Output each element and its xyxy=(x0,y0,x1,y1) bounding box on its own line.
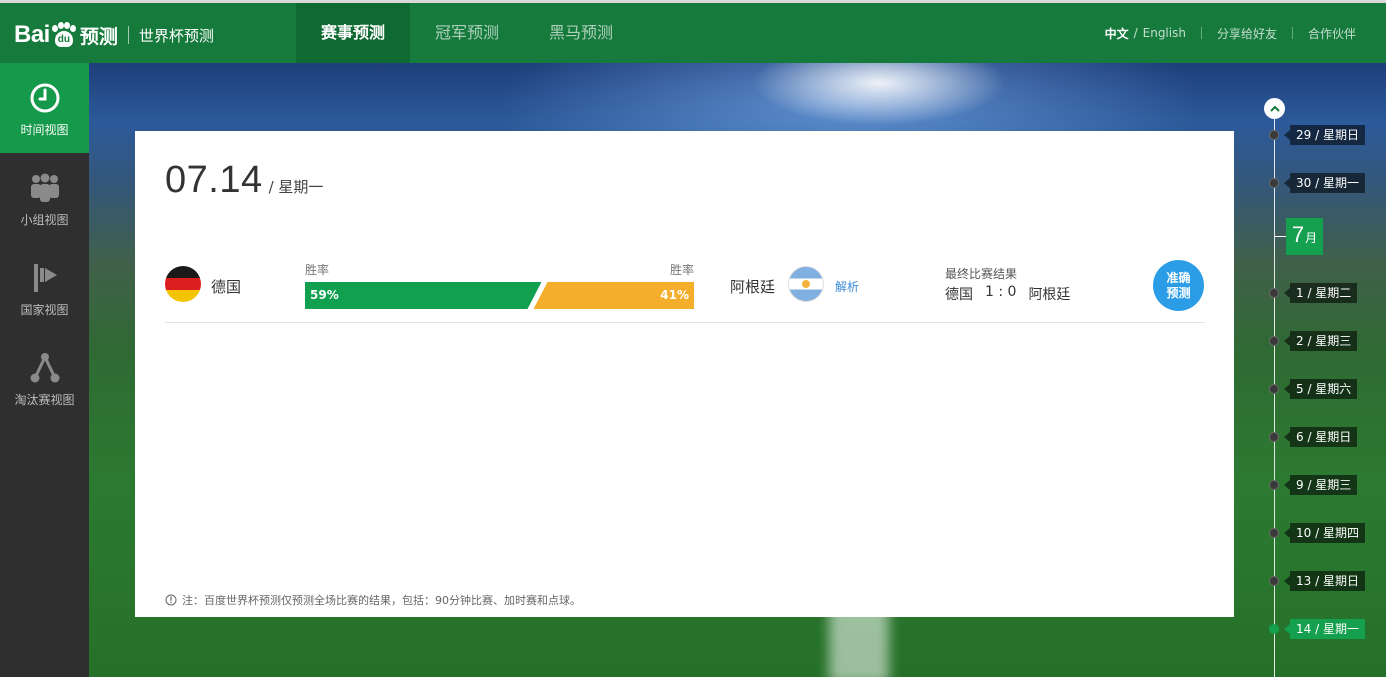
timeline-date-item[interactable]: 30 / 星期一 xyxy=(1269,173,1365,193)
info-icon xyxy=(165,594,177,606)
lang-chinese-link[interactable]: 中文 xyxy=(1105,25,1129,42)
timeline-date-item[interactable]: 5 / 星期六 xyxy=(1269,379,1358,399)
top-header: Bai du 预测 世界杯预测 赛事预测 冠军预测 黑马预测 中文 / Engl… xyxy=(0,0,1386,63)
result-home-team: 德国 xyxy=(945,287,973,303)
main-nav: 赛事预测 冠军预测 黑马预测 xyxy=(296,3,638,63)
timeline-dot xyxy=(1269,336,1279,346)
germany-flag-icon xyxy=(165,266,201,302)
group-icon xyxy=(28,171,62,205)
analysis-link[interactable]: 解析 xyxy=(835,278,859,295)
timeline-dot xyxy=(1269,624,1279,634)
sidebar-item-label: 淘汰赛视图 xyxy=(14,393,75,407)
lang-separator: / xyxy=(1133,26,1138,40)
paw-icon: du xyxy=(51,22,77,48)
left-sidebar: 时间视图 小组视图 国家视图 淘汰赛视图 xyxy=(0,63,89,677)
logo-yuce-text: 预测 xyxy=(79,25,118,48)
timeline-date-item[interactable]: 13 / 星期日 xyxy=(1269,571,1365,591)
timeline-date-item-selected[interactable]: 14 / 星期一 xyxy=(1269,619,1365,639)
timeline-date-label: 14 / 星期一 xyxy=(1290,619,1365,639)
timeline-date-label: 2 / 星期三 xyxy=(1290,331,1358,351)
nav-tab-darkhorse-prediction[interactable]: 黑马预测 xyxy=(524,3,638,63)
flag-icon xyxy=(28,261,62,295)
away-win-pct: 41% xyxy=(660,288,689,302)
chevron-up-icon xyxy=(1269,105,1280,112)
month-tick xyxy=(1274,236,1286,237)
predict-badge-line1: 准确 xyxy=(1166,270,1191,285)
sidebar-item-time-view[interactable]: 时间视图 xyxy=(0,63,89,153)
timeline-date-item[interactable]: 10 / 星期四 xyxy=(1269,523,1365,543)
partner-link[interactable]: 合作伙伴 xyxy=(1308,25,1356,42)
timeline-dot xyxy=(1269,178,1279,188)
timeline-date-label: 5 / 星期六 xyxy=(1290,379,1358,399)
match-date: 07.14 / 星期一 xyxy=(165,159,323,202)
home-win-rate-label: 胜率 xyxy=(305,263,330,277)
timeline-dot xyxy=(1269,528,1279,538)
timeline-date-label: 13 / 星期日 xyxy=(1290,571,1365,591)
share-link[interactable]: 分享给好友 xyxy=(1217,25,1277,42)
timeline-date-label: 9 / 星期三 xyxy=(1290,475,1358,495)
accurate-prediction-badge[interactable]: 准确 预测 xyxy=(1153,260,1204,311)
away-win-rate-label: 胜率 xyxy=(670,263,695,277)
date-weekday: / 星期一 xyxy=(268,178,324,196)
date-timeline: 7 月 29 / 星期日 30 / 星期一 1 / 星期二 2 / 星期三 5 … xyxy=(1250,96,1386,677)
month-number: 7 xyxy=(1291,222,1305,247)
nav-tab-match-prediction[interactable]: 赛事预测 xyxy=(296,3,411,63)
bracket-icon xyxy=(28,351,62,385)
home-team-name: 德国 xyxy=(211,278,242,296)
timeline-dot xyxy=(1269,480,1279,490)
baidu-logo[interactable]: Bai du 预测 世界杯预测 xyxy=(14,17,214,53)
timeline-month-marker: 7 月 xyxy=(1286,218,1323,255)
final-result-title: 最终比赛结果 xyxy=(945,267,1018,281)
sidebar-item-group-view[interactable]: 小组视图 xyxy=(0,153,89,243)
timeline-date-item[interactable]: 1 / 星期二 xyxy=(1269,283,1358,303)
sidebar-item-label: 小组视图 xyxy=(20,213,69,227)
sidebar-item-knockout-view[interactable]: 淘汰赛视图 xyxy=(0,333,89,423)
sidebar-item-label: 时间视图 xyxy=(20,123,69,137)
timeline-date-label: 29 / 星期日 xyxy=(1290,125,1365,145)
win-rate-bar: 59% 41% xyxy=(305,282,694,309)
win-rate-bar-graphic xyxy=(305,282,694,309)
date-number: 07.14 xyxy=(165,159,263,201)
logo-subtitle: 世界杯预测 xyxy=(138,26,214,45)
timeline-date-item[interactable]: 9 / 星期三 xyxy=(1269,475,1358,495)
lang-english-link[interactable]: English xyxy=(1143,26,1186,40)
timeline-date-label: 6 / 星期日 xyxy=(1290,427,1358,447)
footnote-text: 注：百度世界杯预测仅预测全场比赛的结果，包括：90分钟比赛、加时赛和点球。 xyxy=(182,594,581,607)
footnote: 注：百度世界杯预测仅预测全场比赛的结果，包括：90分钟比赛、加时赛和点球。 xyxy=(165,592,581,608)
logo-divider xyxy=(127,26,129,44)
timeline-date-label: 1 / 星期二 xyxy=(1290,283,1358,303)
timeline-date-item[interactable]: 2 / 星期三 xyxy=(1269,331,1358,351)
logo-bai-text: Bai xyxy=(14,21,50,48)
month-unit: 月 xyxy=(1305,231,1318,245)
timeline-dot xyxy=(1269,576,1279,586)
result-score: 1 : 0 xyxy=(985,284,1017,300)
sidebar-item-country-view[interactable]: 国家视图 xyxy=(0,243,89,333)
final-result-line: 德国 1 : 0 阿根廷 xyxy=(945,284,1070,304)
match-row: 德国 胜率 胜率 59% 41% 阿根廷 解析 最终比赛结果 德国 1 : 0 … xyxy=(165,257,1205,323)
timeline-dot xyxy=(1269,384,1279,394)
match-card: 07.14 / 星期一 德国 胜率 胜率 59% 41% 阿根廷 解析 最终比赛… xyxy=(135,131,1234,617)
timeline-scroll-up-button[interactable] xyxy=(1264,98,1285,119)
timeline-dot xyxy=(1269,288,1279,298)
timeline-dot xyxy=(1269,432,1279,442)
home-win-pct: 59% xyxy=(310,288,339,302)
sidebar-item-label: 国家视图 xyxy=(20,303,69,317)
timeline-date-label: 10 / 星期四 xyxy=(1290,523,1365,543)
timeline-date-label: 30 / 星期一 xyxy=(1290,173,1365,193)
header-divider xyxy=(1291,27,1293,39)
argentina-flag-icon xyxy=(788,266,824,302)
predict-badge-line2: 预测 xyxy=(1166,285,1191,300)
away-team-name: 阿根廷 xyxy=(730,278,776,296)
timeline-dot xyxy=(1269,130,1279,140)
header-links: 中文 / English 分享给好友 合作伙伴 xyxy=(1105,3,1356,63)
clock-icon xyxy=(28,81,62,115)
header-divider xyxy=(1200,27,1202,39)
home-win-bar xyxy=(305,282,542,309)
logo-du-text: du xyxy=(54,31,73,47)
timeline-date-item[interactable]: 29 / 星期日 xyxy=(1269,125,1365,145)
nav-tab-champion-prediction[interactable]: 冠军预测 xyxy=(410,3,524,63)
timeline-date-item[interactable]: 6 / 星期日 xyxy=(1269,427,1358,447)
result-away-team: 阿根廷 xyxy=(1028,287,1071,303)
